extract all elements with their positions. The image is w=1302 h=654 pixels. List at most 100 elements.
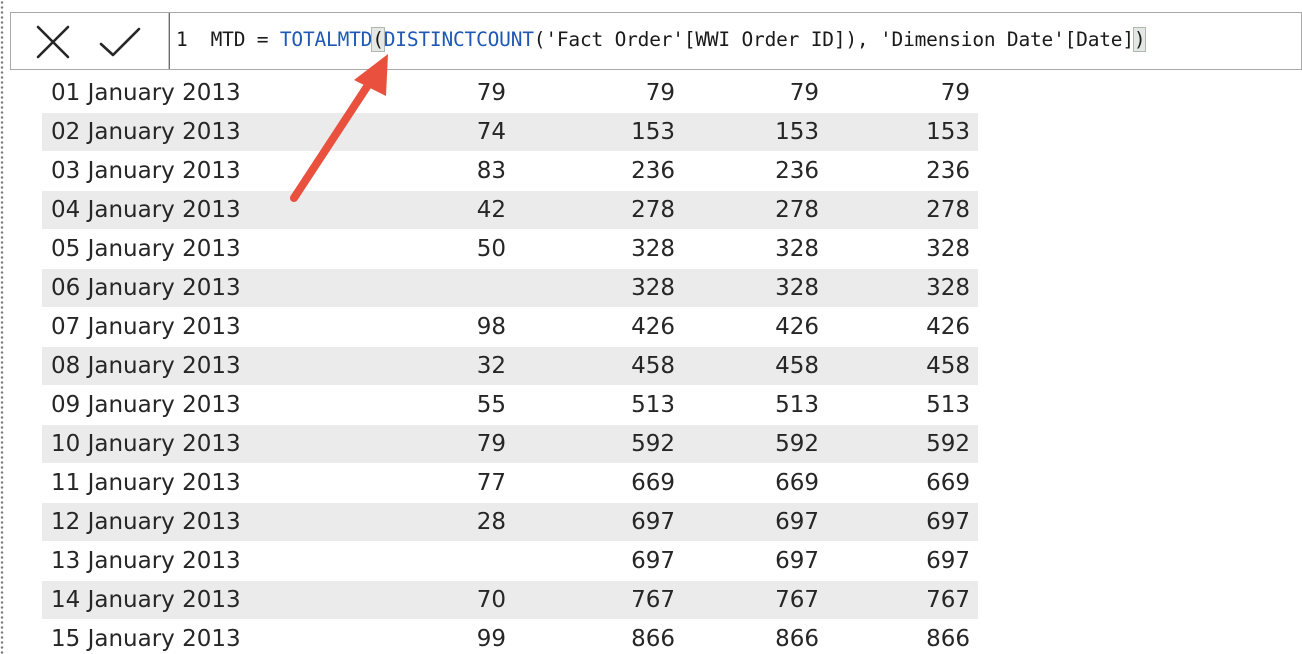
mtd-value-cell: 426 (631, 314, 675, 340)
order-count-cell: 77 (476, 470, 506, 496)
mtd-value-cell: 513 (775, 392, 819, 418)
mtd-value-cell: 697 (631, 548, 675, 574)
date-cell: 13 January 2013 (51, 548, 241, 574)
line-number: 1 (176, 28, 188, 51)
mtd-value-cell: 513 (926, 392, 970, 418)
mtd-value-cell: 153 (631, 119, 675, 145)
mtd-value-cell: 328 (926, 275, 970, 301)
dotted-border (0, 0, 4, 654)
date-cell: 03 January 2013 (51, 158, 241, 184)
mtd-value-cell: 328 (631, 275, 675, 301)
mtd-value-cell: 153 (775, 119, 819, 145)
close-icon (36, 25, 70, 59)
cancel-button[interactable] (31, 23, 77, 63)
date-cell: 02 January 2013 (51, 119, 241, 145)
data-table: 01 January 2013 79 79 79 79 02 January 2013 74… (42, 74, 978, 654)
formula-arguments: ('Fact Order'[WWI Order ID]), 'Dimension… (533, 28, 1134, 51)
date-cell: 05 January 2013 (51, 236, 241, 262)
formula-bar: 1 MTD = TOTALMTD(DISTINCTCOUNT('Fact Ord… (10, 12, 1302, 70)
table-row: 07 January 2013 98 426 426 426 (42, 308, 978, 347)
mtd-value-cell: 767 (775, 587, 819, 613)
mtd-value-cell: 767 (631, 587, 675, 613)
table-row: 03 January 2013 83 236 236 236 (42, 152, 978, 191)
mtd-value-cell: 278 (631, 197, 675, 223)
equals-sign: = (245, 28, 280, 51)
date-cell: 08 January 2013 (51, 353, 241, 379)
date-cell: 10 January 2013 (51, 431, 241, 457)
mtd-value-cell: 153 (926, 119, 970, 145)
fn-totalmtd: TOTALMTD (279, 28, 373, 51)
mtd-value-cell: 669 (631, 470, 675, 496)
mtd-value-cell: 328 (926, 236, 970, 262)
mtd-value-cell: 513 (631, 392, 675, 418)
table-row: 05 January 2013 50 328 328 328 (42, 230, 978, 269)
mtd-value-cell: 458 (926, 353, 970, 379)
table-row: 15 January 2013 99 866 866 866 (42, 620, 978, 654)
mtd-value-cell: 236 (926, 158, 970, 184)
mtd-value-cell: 697 (926, 548, 970, 574)
order-count-cell: 79 (476, 80, 506, 106)
mtd-value-cell: 236 (631, 158, 675, 184)
mtd-value-cell: 79 (789, 80, 819, 106)
mtd-value-cell: 328 (775, 236, 819, 262)
mtd-value-cell: 697 (631, 509, 675, 535)
formula-input[interactable]: 1 MTD = TOTALMTD(DISTINCTCOUNT('Fact Ord… (169, 13, 1301, 69)
mtd-value-cell: 458 (631, 353, 675, 379)
date-cell: 01 January 2013 (51, 80, 241, 106)
mtd-value-cell: 697 (926, 509, 970, 535)
mtd-value-cell: 866 (631, 626, 675, 652)
checkmark-icon (99, 27, 141, 57)
mtd-value-cell: 697 (775, 509, 819, 535)
date-cell: 09 January 2013 (51, 392, 241, 418)
mtd-value-cell: 426 (775, 314, 819, 340)
measure-name: MTD (210, 28, 246, 51)
mtd-value-cell: 669 (775, 470, 819, 496)
order-count-cell: 74 (476, 119, 506, 145)
mtd-value-cell: 458 (775, 353, 819, 379)
mtd-value-cell: 328 (775, 275, 819, 301)
table-row: 14 January 2013 70 767 767 767 (42, 581, 978, 620)
date-cell: 14 January 2013 (51, 587, 241, 613)
mtd-value-cell: 236 (775, 158, 819, 184)
order-count-cell: 55 (476, 392, 506, 418)
table-row: 10 January 2013 79 592 592 592 (42, 425, 978, 464)
order-count-cell: 28 (476, 509, 506, 535)
date-cell: 12 January 2013 (51, 509, 241, 535)
order-count-cell: 79 (476, 431, 506, 457)
table-row: 06 January 2013 328 328 328 (42, 269, 978, 308)
app-window: 1 MTD = TOTALMTD(DISTINCTCOUNT('Fact Ord… (0, 0, 1302, 654)
order-count-cell: 99 (476, 626, 506, 652)
fn-distinctcount: DISTINCTCOUNT (383, 28, 534, 51)
mtd-value-cell: 866 (926, 626, 970, 652)
table-row: 09 January 2013 55 513 513 513 (42, 386, 978, 425)
mtd-value-cell: 697 (775, 548, 819, 574)
table-row: 12 January 2013 28 697 697 697 (42, 503, 978, 542)
order-count-cell: 32 (476, 353, 506, 379)
commit-button[interactable] (97, 23, 143, 63)
order-count-cell: 98 (476, 314, 506, 340)
mtd-value-cell: 79 (645, 80, 675, 106)
table-row: 11 January 2013 77 669 669 669 (42, 464, 978, 503)
mtd-value-cell: 79 (940, 80, 970, 106)
mtd-value-cell: 866 (775, 626, 819, 652)
table-row: 01 January 2013 79 79 79 79 (42, 74, 978, 113)
table-row: 13 January 2013 697 697 697 (42, 542, 978, 581)
order-count-cell: 50 (476, 236, 506, 262)
order-count-cell: 83 (476, 158, 506, 184)
close-paren-highlight: ) (1132, 27, 1147, 52)
date-cell: 07 January 2013 (51, 314, 241, 340)
top-strip (4, 0, 1302, 10)
mtd-value-cell: 278 (775, 197, 819, 223)
table-row: 08 January 2013 32 458 458 458 (42, 347, 978, 386)
mtd-value-cell: 278 (926, 197, 970, 223)
open-paren-highlight: ( (371, 27, 385, 52)
order-count-cell: 42 (476, 197, 506, 223)
mtd-value-cell: 767 (926, 587, 970, 613)
mtd-value-cell: 669 (926, 470, 970, 496)
table-row: 04 January 2013 42 278 278 278 (42, 191, 978, 230)
date-cell: 06 January 2013 (51, 275, 241, 301)
date-cell: 15 January 2013 (51, 626, 241, 652)
formula-buttons (11, 13, 169, 69)
order-count-cell: 70 (476, 587, 506, 613)
mtd-value-cell: 592 (775, 431, 819, 457)
